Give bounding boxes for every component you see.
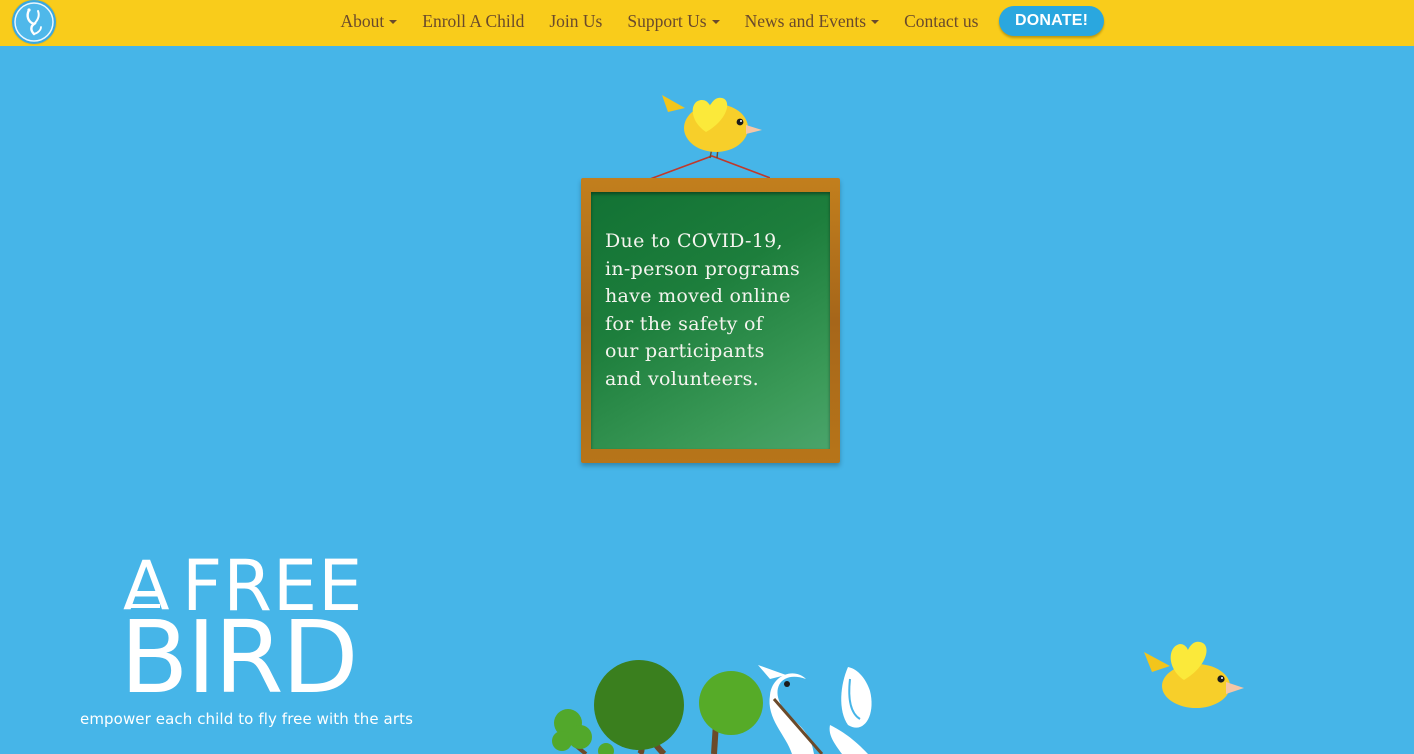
logo[interactable]: [12, 0, 56, 44]
nav-item-label: Contact us: [904, 10, 979, 31]
covid-notice-text: Due to COVID-19, in-person programs have…: [605, 230, 801, 390]
nav-item-support-us[interactable]: Support Us: [615, 0, 732, 42]
nav-item-join-us[interactable]: Join Us: [537, 0, 615, 42]
flying-bird-icon: [1144, 641, 1244, 708]
brand-tagline: empower each child to fly free with the …: [80, 710, 413, 728]
nav-item-contact-us[interactable]: Contact us: [892, 0, 991, 42]
nav-item-label: About: [340, 10, 385, 31]
brand-word-bird: BIRD: [120, 599, 359, 716]
page: About Enroll A Child Join Us Support Us …: [0, 0, 1414, 754]
donate-button[interactable]: DONATE!: [999, 6, 1105, 36]
nav-item-label: Support Us: [627, 10, 707, 31]
caret-down-icon: [389, 20, 398, 24]
covid-notice-chalkboard: Due to COVID-19, in-person programs have…: [581, 178, 840, 463]
nav-item-label: Join Us: [549, 10, 603, 31]
nav-item-about[interactable]: About: [328, 0, 410, 42]
chalkboard-surface: Due to COVID-19, in-person programs have…: [591, 192, 830, 449]
caret-down-icon: [871, 20, 880, 24]
nav-item-enroll-a-child[interactable]: Enroll A Child: [410, 0, 537, 42]
nav-item-label: News and Events: [744, 10, 867, 31]
nav-item-news-and-events[interactable]: News and Events: [732, 0, 892, 42]
caret-down-icon: [711, 20, 720, 24]
navbar: About Enroll A Child Join Us Support Us …: [0, 0, 1414, 46]
nav-menu: About Enroll A Child Join Us Support Us …: [328, 0, 1105, 42]
perched-bird-icon: [649, 95, 770, 180]
trees-and-heron-illustration: [552, 660, 872, 754]
free-bird-logo-icon: [14, 2, 54, 42]
nav-item-label: Enroll A Child: [422, 10, 525, 31]
